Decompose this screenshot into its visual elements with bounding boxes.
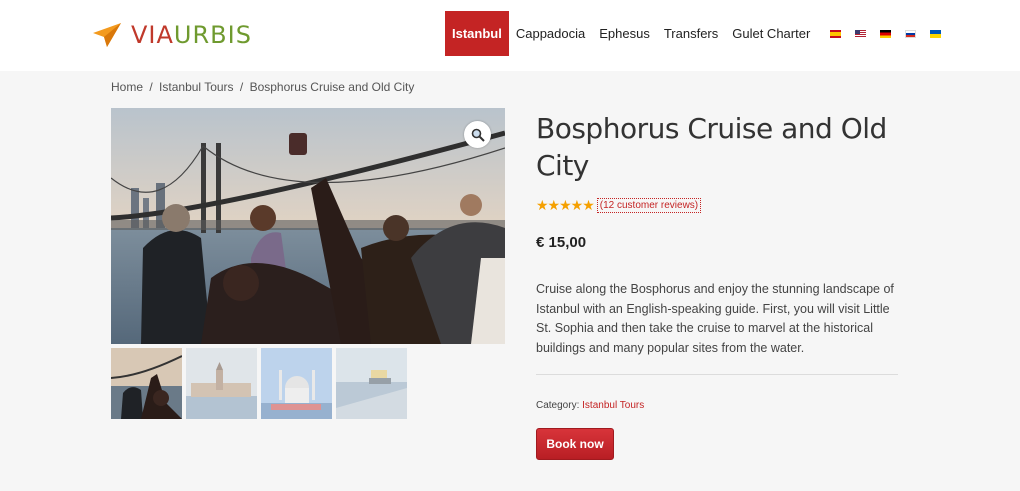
breadcrumb-home[interactable]: Home — [111, 80, 143, 94]
thumbnail-3[interactable] — [261, 348, 332, 419]
magnifier-icon — [471, 128, 485, 142]
product-title: Bosphorus Cruise and Old City — [536, 112, 887, 182]
logo-text-urbis: URBIS — [173, 21, 252, 49]
thumbnail-4[interactable] — [336, 348, 407, 419]
paper-plane-icon — [93, 23, 121, 47]
breadcrumb: Home / Istanbul Tours / Bosphorus Cruise… — [111, 80, 414, 94]
ru-flag-icon[interactable] — [905, 29, 917, 38]
category-label: Category: — [536, 400, 580, 411]
thumbnail-1[interactable] — [111, 348, 182, 419]
product-description: Cruise along the Bosphorus and enjoy the… — [536, 282, 894, 355]
breadcrumb-istanbul-tours[interactable]: Istanbul Tours — [159, 80, 234, 94]
ua-flag-icon[interactable] — [930, 29, 942, 38]
nav-item-transfers[interactable]: Transfers — [657, 11, 725, 56]
es-flag-icon[interactable] — [830, 29, 842, 38]
language-switcher — [823, 29, 948, 38]
nav-item-ephesus[interactable]: Ephesus — [592, 11, 657, 56]
thumbnail-2[interactable] — [186, 348, 257, 419]
product-rating: ★★★★★ (12 customer reviews) — [536, 197, 702, 214]
site-logo[interactable]: VIAURBIS — [93, 20, 252, 50]
product-category: Category: Istanbul Tours — [536, 400, 644, 411]
nav-item-gulet-charter[interactable]: Gulet Charter — [725, 11, 817, 56]
breadcrumb-separator: / — [239, 80, 244, 94]
breadcrumb-current: Bosphorus Cruise and Old City — [249, 80, 415, 94]
nav-item-cappadocia[interactable]: Cappadocia — [509, 11, 592, 56]
divider — [536, 374, 898, 375]
product-thumbnails — [111, 348, 411, 419]
site-header: VIAURBIS Istanbul Cappadocia Ephesus Tra… — [0, 0, 1020, 71]
logo-text: VIAURBIS — [131, 21, 252, 49]
de-flag-icon[interactable] — [880, 29, 892, 38]
book-now-button[interactable]: Book now — [536, 428, 614, 460]
product-main-image[interactable] — [111, 108, 505, 344]
main-nav: Istanbul Cappadocia Ephesus Transfers Gu… — [445, 11, 948, 56]
star-rating-icon: ★★★★★ — [536, 197, 595, 213]
us-flag-icon[interactable] — [855, 29, 867, 38]
breadcrumb-separator: / — [149, 80, 153, 94]
category-link[interactable]: Istanbul Tours — [582, 400, 644, 411]
customer-reviews-link[interactable]: (12 customer reviews) — [596, 198, 702, 213]
zoom-button[interactable] — [464, 121, 491, 148]
logo-text-via: VIA — [131, 21, 174, 49]
product-price: € 15,00 — [536, 234, 587, 251]
nav-item-istanbul[interactable]: Istanbul — [445, 11, 509, 56]
